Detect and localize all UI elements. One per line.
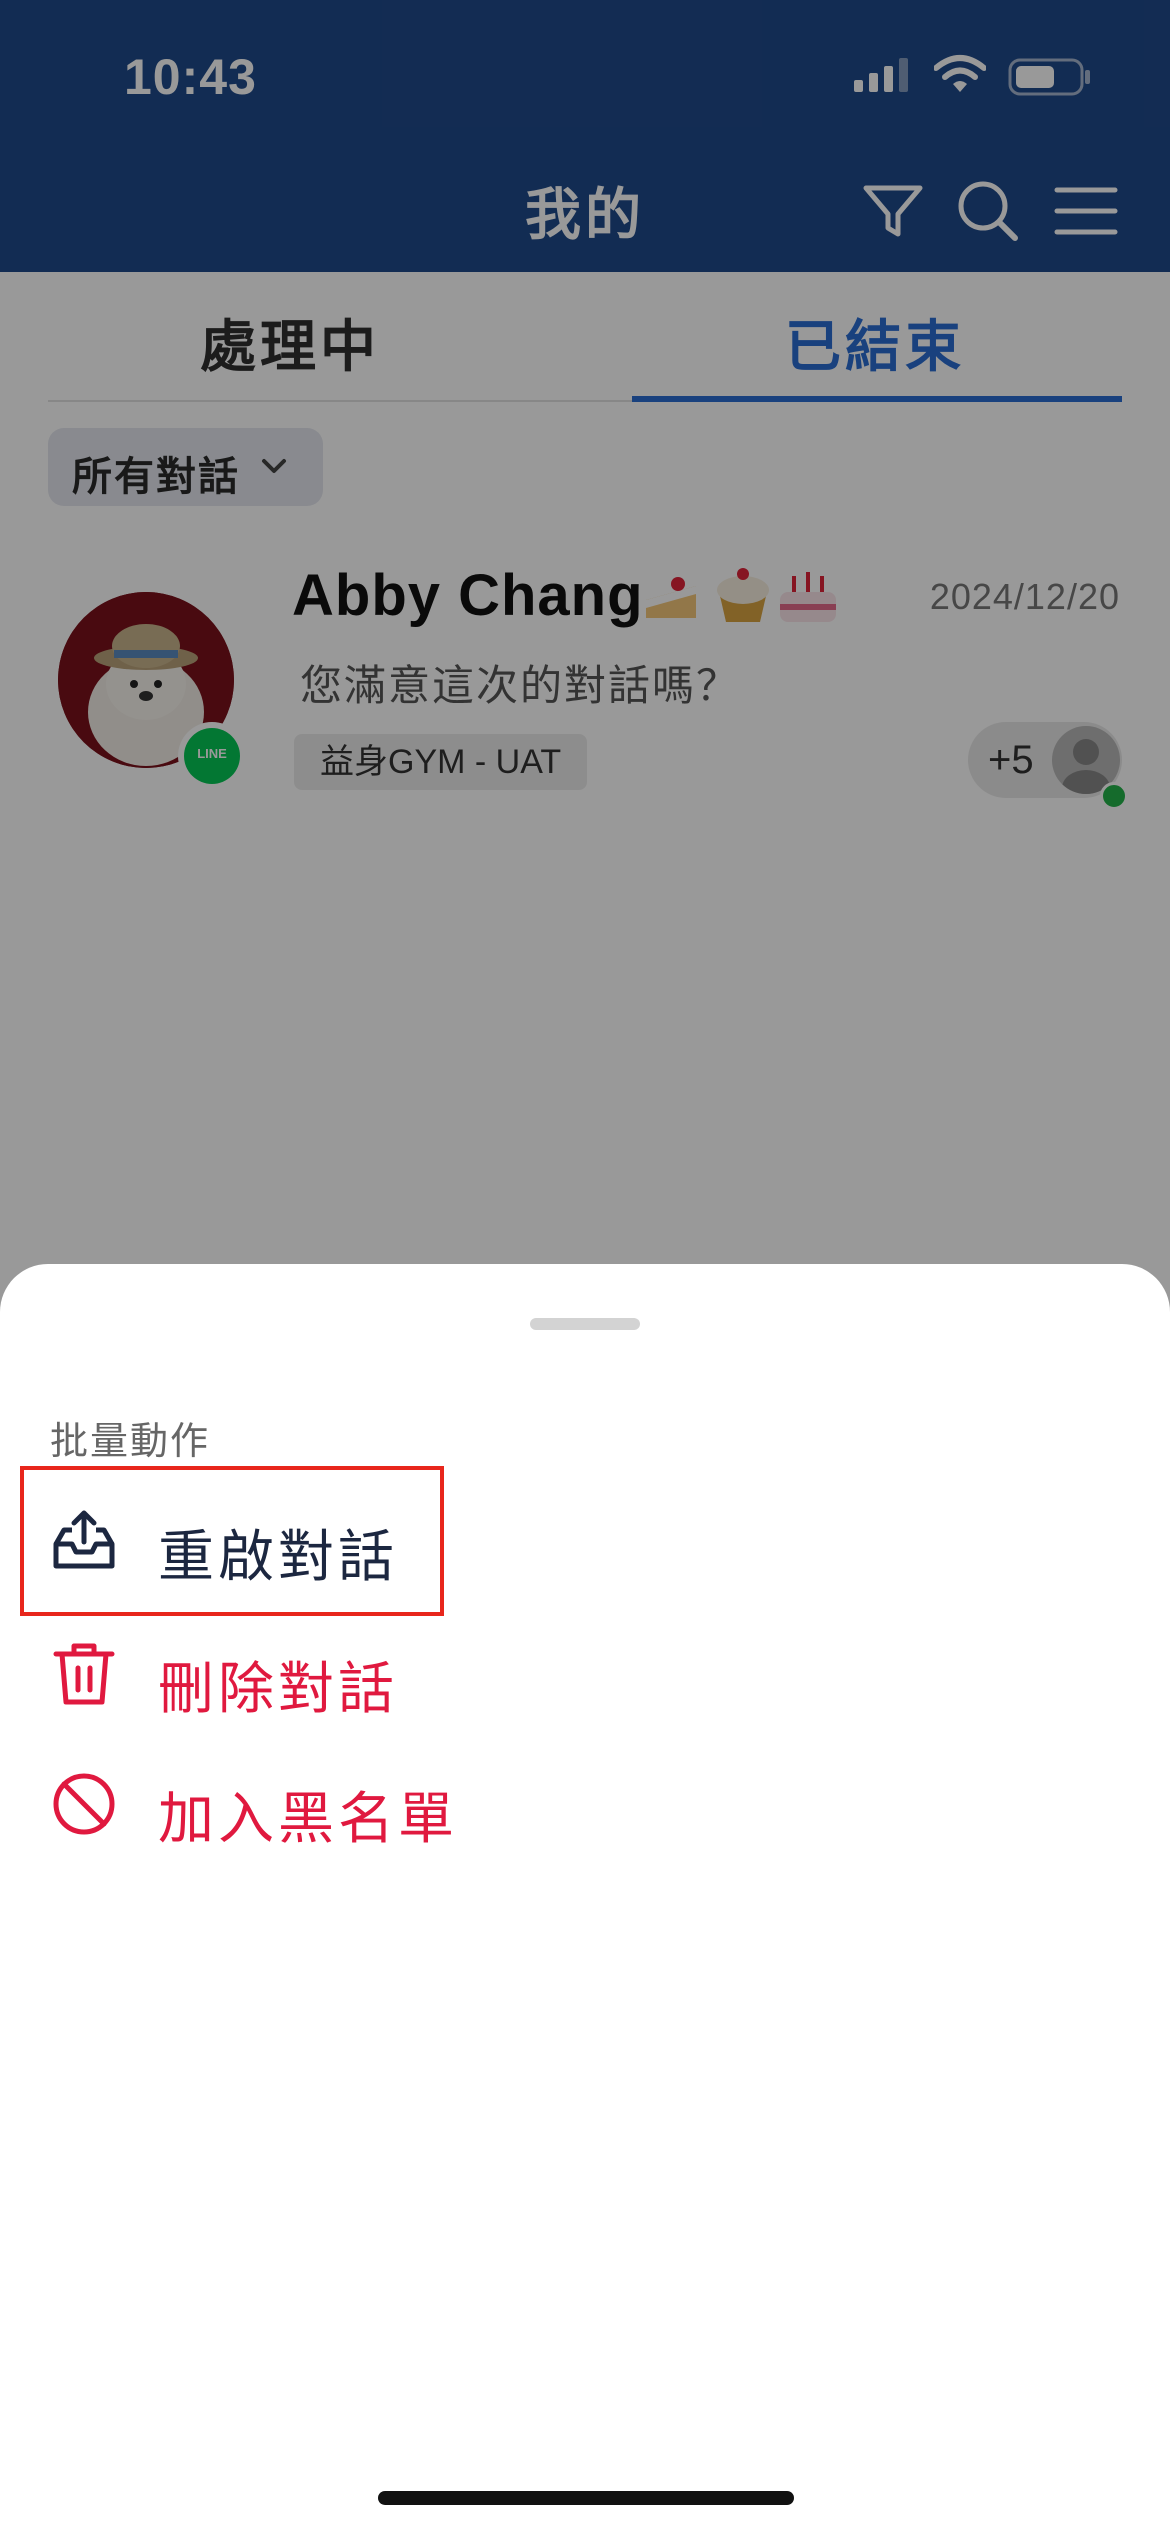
add-to-blacklist-label: 加入黑名單 [158,1787,458,1850]
delete-conversation-button[interactable]: 刪除對話 [40,1614,480,1734]
bulk-action-sheet: 批量動作 重啟對話 刪除對話 加入黑名單 [0,1264,1170,2532]
sheet-title: 批量動作 [50,1421,211,1463]
trash-icon [53,1643,115,1705]
add-to-blacklist-button[interactable]: 加入黑名單 [40,1744,480,1864]
delete-conversation-label: 刪除對話 [158,1657,398,1720]
reopen-highlight-outline [20,1466,444,1616]
block-icon [53,1773,115,1835]
home-indicator[interactable] [378,2491,794,2505]
sheet-drag-handle[interactable] [530,1318,640,1330]
